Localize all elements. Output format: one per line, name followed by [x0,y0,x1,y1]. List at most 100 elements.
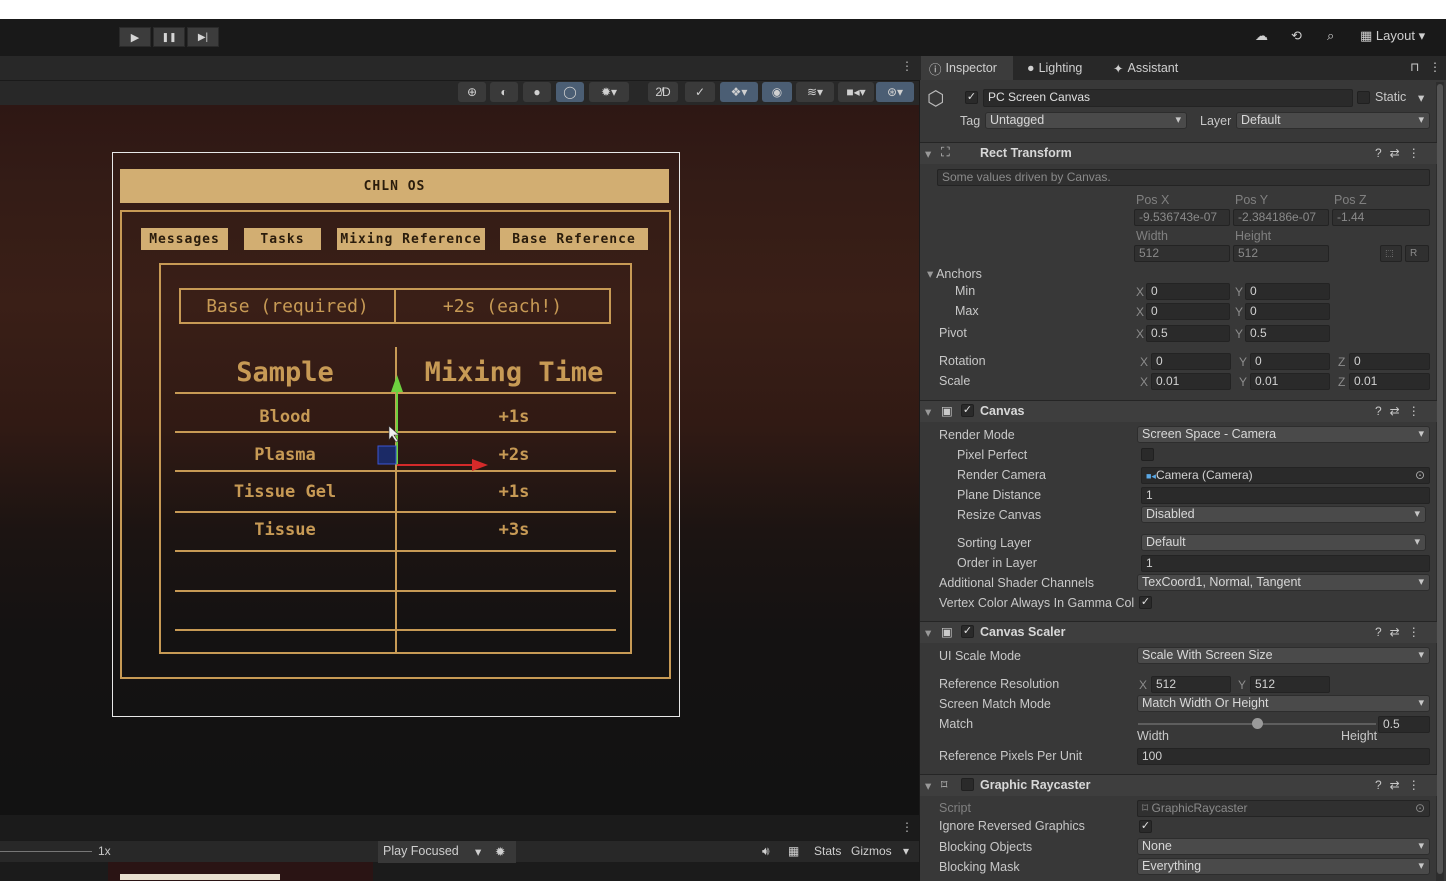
tab-mixing-reference[interactable]: Mixing Reference [337,228,485,250]
layers-icon[interactable]: ≋▾ [796,82,834,102]
lock-icon[interactable]: ⊓ [1410,60,1419,74]
global-icon[interactable]: ⊕ [458,82,486,102]
pos-z-field[interactable]: -1.44 [1332,209,1430,226]
play-mode-dropdown[interactable]: Play Focused ▾ ✹ [378,841,516,863]
rotation-y-field[interactable]: 0 [1250,353,1330,370]
audio-icon[interactable]: 🔊︎ [762,844,770,859]
blocking-mask-dropdown[interactable]: Everything [1137,858,1430,875]
foldout-icon[interactable]: ▾ [925,778,931,793]
foldout-icon[interactable]: ▾ [925,625,931,640]
tag-dropdown[interactable]: Untagged [985,112,1187,129]
pos-y-field[interactable]: -2.384186e-07 [1233,209,1329,226]
ppu-field[interactable]: 100 [1137,748,1430,765]
scale-slider[interactable] [0,851,92,852]
anchor-max-x-field[interactable]: 0 [1146,303,1230,320]
2d-toggle-icon[interactable]: 2̸D [648,82,678,102]
static-dropdown-icon[interactable]: ▾ [1418,90,1424,105]
play-button[interactable]: ▶ [119,27,151,47]
render-camera-field[interactable]: ■◂Camera (Camera) ⊙ [1141,467,1430,484]
component-header-icons[interactable]: ?⇄⋮ [1375,778,1428,792]
canvas-scaler-enabled-checkbox[interactable]: ✓ [961,625,974,638]
stats-button[interactable]: Stats [814,844,841,858]
reference-x-field[interactable]: 512 [1151,676,1231,693]
more-options-icon[interactable]: ⋮ [901,820,913,834]
static-checkbox[interactable] [1357,91,1370,104]
sorting-layer-dropdown[interactable]: Default [1141,534,1426,551]
screen-match-mode-dropdown[interactable]: Match Width Or Height [1137,695,1430,712]
width-field[interactable]: 512 [1134,245,1230,262]
canvas-enabled-checkbox[interactable]: ✓ [961,404,974,417]
match-value-field[interactable]: 0.5 [1378,716,1430,733]
shading-solid-icon[interactable]: ● [523,82,551,102]
plane-distance-field[interactable]: 1 [1141,487,1430,504]
height-field[interactable]: 512 [1233,245,1329,262]
pivot-y-field[interactable]: 0.5 [1245,325,1330,342]
shader-channels-dropdown[interactable]: TexCoord1, Normal, Tangent [1137,574,1430,591]
raw-edit-button[interactable]: R [1405,245,1429,262]
layer-dropdown[interactable]: Default [1236,112,1430,129]
tab-tasks[interactable]: Tasks [244,228,321,250]
gizmos-icon[interactable]: ⊛▾ [876,82,914,102]
anchors-foldout[interactable]: ▾ Anchors [927,266,982,281]
scale-y-field[interactable]: 0.01 [1250,373,1330,390]
more-options-icon[interactable]: ⋮ [901,59,913,73]
history-icon[interactable]: ⟲ [1291,28,1302,44]
scale-x-field[interactable]: 0.01 [1151,373,1231,390]
reference-y-field[interactable]: 512 [1250,676,1330,693]
ui-scale-mode-dropdown[interactable]: Scale With Screen Size [1137,647,1430,664]
pos-x-label: Pos X [1136,193,1170,207]
match-slider-thumb[interactable] [1251,718,1263,729]
scale-z-field[interactable]: 0.01 [1349,373,1430,390]
pixel-perfect-checkbox[interactable] [1141,448,1154,461]
anchor-min-y-field[interactable]: 0 [1245,283,1330,300]
tab-inspector[interactable]: ⓘ Inspector [921,56,1013,80]
inspector-menu-icon[interactable]: ⋮ [1429,60,1441,74]
layout-label: Layout [1375,28,1415,43]
pos-x-field[interactable]: -9.536743e-07 [1134,209,1230,226]
raycaster-enabled-checkbox[interactable] [961,778,974,791]
camera-icon[interactable]: ■◂▾ [838,82,874,102]
order-in-layer-field[interactable]: 1 [1141,555,1430,572]
grid-icon[interactable]: ▦ [788,844,799,858]
anchor-min-x-field[interactable]: 0 [1146,283,1230,300]
pause-button[interactable]: ❚❚ [153,27,185,47]
scrollbar-thumb[interactable] [1437,84,1443,874]
component-header-icons[interactable]: ?⇄⋮ [1375,146,1428,160]
component-header-icons[interactable]: ?⇄⋮ [1375,404,1428,418]
debug-mode-icon[interactable]: ✹▾ [589,82,629,102]
foldout-icon[interactable]: ▾ [925,146,931,161]
shading-lit-icon[interactable]: ◯ [556,82,584,102]
foldout-icon[interactable]: ▾ [925,404,931,419]
layout-dropdown[interactable]: ▦ Layout ▾ [1360,28,1425,44]
axis-y-label: Y [1238,678,1247,692]
tab-messages[interactable]: Messages [141,228,228,250]
rotation-z-field[interactable]: 0 [1349,353,1430,370]
ignore-reversed-checkbox[interactable]: ✓ [1139,820,1152,833]
anchor-max-y-field[interactable]: 0 [1245,303,1330,320]
match-width-label: Width [1137,729,1169,743]
gizmos-dropdown-icon[interactable]: ▾ [903,844,909,858]
component-header-icons[interactable]: ?⇄⋮ [1375,625,1428,639]
tab-assistant[interactable]: ✦ Assistant [1113,56,1178,80]
vertex-color-checkbox[interactable]: ✓ [1139,596,1152,609]
tab-base-reference[interactable]: Base Reference [500,228,648,250]
lighting-toggle-icon[interactable]: ✓ [685,82,715,102]
blocking-objects-dropdown[interactable]: None [1137,838,1430,855]
cloud-icon[interactable]: ☁ [1255,28,1268,44]
effects-icon[interactable]: ❖▾ [720,82,758,102]
step-button[interactable]: ▶| [187,27,219,47]
render-mode-dropdown[interactable]: Screen Space - Camera [1137,426,1430,443]
resize-canvas-dropdown[interactable]: Disabled [1141,506,1426,523]
shading-wire-icon[interactable]: ◐ [490,82,518,102]
move-gizmo[interactable] [370,370,490,480]
visibility-icon[interactable]: ◉ [762,82,792,102]
blueprint-button[interactable]: ⬚ [1380,245,1402,262]
pivot-x-field[interactable]: 0.5 [1146,325,1230,342]
active-checkbox[interactable]: ✓ [965,91,978,104]
object-name-field[interactable]: PC Screen Canvas [983,89,1353,107]
search-icon[interactable]: ⌕ [1327,28,1334,44]
gizmos-button[interactable]: Gizmos [851,844,892,858]
rotation-x-field[interactable]: 0 [1151,353,1231,370]
height-label: Height [1235,229,1272,243]
tab-lighting[interactable]: ● Lighting [1027,56,1082,80]
